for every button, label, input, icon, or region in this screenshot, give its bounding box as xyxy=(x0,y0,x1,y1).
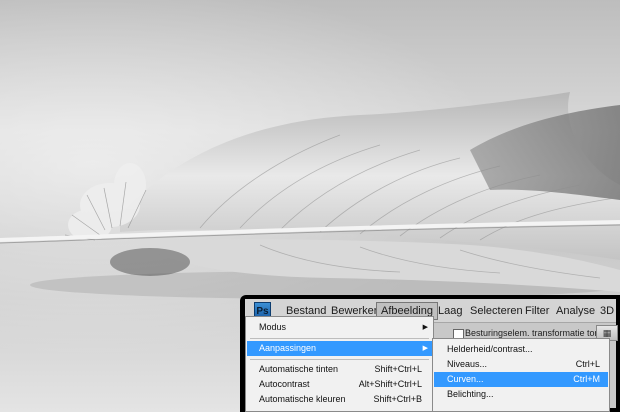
menu-item-autocontrast[interactable]: Autocontrast Alt+Shift+Ctrl+L xyxy=(247,377,432,392)
menu-item-label: Belichting... xyxy=(447,389,494,399)
menu-item-automatische-kleuren[interactable]: Automatische kleuren Shift+Ctrl+B xyxy=(247,392,432,407)
menu-item-shortcut: Shift+Ctrl+B xyxy=(373,394,422,404)
menu-item-shortcut: Ctrl+M xyxy=(573,374,600,384)
submenu-arrow-icon: ▶ xyxy=(422,345,428,352)
aanpassingen-submenu: Helderheid/contrast... Niveaus... Ctrl+L… xyxy=(432,338,610,412)
menu-item-label: Automatische tinten xyxy=(259,364,339,374)
afbeelding-menu: Modus ▶ Aanpassingen ▶ Automatische tint… xyxy=(245,316,434,412)
menu-item-label: Modus xyxy=(259,322,287,332)
submenu-item-niveaus[interactable]: Niveaus... Ctrl+L xyxy=(434,357,608,372)
menu-item-shortcut: Alt+Shift+Ctrl+L xyxy=(358,379,422,389)
menu-item-label: Curven... xyxy=(447,374,484,384)
submenu-item-curven[interactable]: Curven... Ctrl+M xyxy=(434,372,608,387)
menu-filter[interactable]: Filter xyxy=(521,302,553,320)
menu-item-shortcut: Ctrl+L xyxy=(575,359,600,369)
submenu-item-belichting[interactable]: Belichting... xyxy=(434,387,608,402)
menu-item-label: Helderheid/contrast... xyxy=(447,344,533,354)
menu-item-label: Niveaus... xyxy=(447,359,488,369)
menu-item-label: Automatische kleuren xyxy=(259,394,346,404)
submenu-arrow-icon: ▶ xyxy=(422,324,428,331)
menu-laag[interactable]: Laag xyxy=(434,302,466,320)
show-transform-controls-label: Besturingselem. transformatie tonen xyxy=(465,328,610,338)
menu-item-automatische-tinten[interactable]: Automatische tinten Shift+Ctrl+L xyxy=(247,362,432,377)
menu-item-aanpassingen[interactable]: Aanpassingen ▶ xyxy=(247,341,432,356)
menu-analyse[interactable]: Analyse xyxy=(552,302,599,320)
menu-divider xyxy=(250,338,429,339)
menu-item-label: Autocontrast xyxy=(259,379,310,389)
menu-selecteren[interactable]: Selecteren xyxy=(466,302,527,320)
submenu-item-helderheid-contrast[interactable]: Helderheid/contrast... xyxy=(434,342,608,357)
menu-3d[interactable]: 3D xyxy=(596,302,618,320)
menu-item-modus[interactable]: Modus ▶ xyxy=(247,320,432,335)
menu-item-shortcut: Shift+Ctrl+L xyxy=(374,364,422,374)
menu-item-label: Aanpassingen xyxy=(259,343,317,353)
menu-divider xyxy=(250,359,429,360)
